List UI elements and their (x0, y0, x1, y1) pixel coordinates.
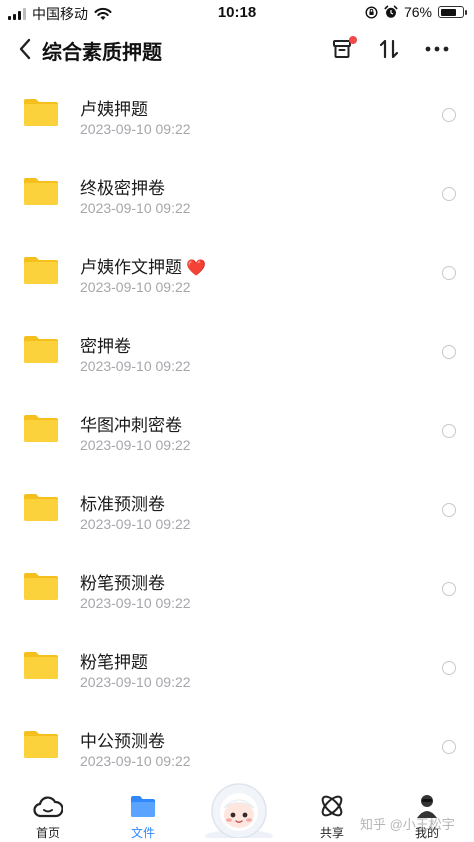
sort-button[interactable] (374, 34, 404, 64)
folder-icon (24, 257, 58, 284)
file-date: 2023-09-10 09:22 (80, 595, 191, 611)
file-name-text: 卢姨押题 (80, 100, 148, 119)
folder-icon (24, 731, 58, 758)
mascot-button[interactable] (200, 778, 278, 842)
tab-bar: 首页 文件 共享 我的 (0, 778, 474, 842)
alarm-icon (384, 5, 398, 18)
tab-files[interactable]: 文件 (113, 792, 173, 841)
file-date: 2023-09-10 09:22 (80, 121, 191, 137)
status-bar: 中国移动 10:18 76% (0, 0, 474, 26)
file-row-5[interactable]: 华图冲刺密卷 2023-09-10 09:22 (0, 388, 474, 467)
select-radio[interactable] (442, 108, 456, 122)
file-name: 粉笔预测卷 (80, 569, 165, 594)
file-row-8[interactable]: 粉笔押题 2023-09-10 09:22 (0, 625, 474, 704)
file-row-4[interactable]: 密押卷 2023-09-10 09:22 (0, 309, 474, 388)
folder-icon (24, 494, 58, 521)
tab-files-label: 文件 (130, 826, 155, 840)
select-radio[interactable] (442, 582, 456, 596)
file-name-text: 粉笔押题 (80, 653, 148, 672)
select-radio[interactable] (442, 661, 456, 675)
file-row-6[interactable]: 标准预测卷 2023-09-10 09:22 (0, 467, 474, 546)
file-name-text: 华图冲刺密卷 (80, 416, 182, 435)
file-row-7[interactable]: 粉笔预测卷 2023-09-10 09:22 (0, 546, 474, 625)
file-name-text: 标准预测卷 (80, 495, 165, 514)
chevron-left-icon (19, 38, 31, 60)
select-radio[interactable] (442, 345, 456, 359)
select-radio[interactable] (442, 740, 456, 754)
file-row-2[interactable]: 终极密押卷 2023-09-10 09:22 (0, 151, 474, 230)
battery-percent: 76% (403, 4, 432, 20)
tab-share-label: 共享 (319, 826, 344, 840)
file-date: 2023-09-10 09:22 (80, 516, 191, 532)
select-radio[interactable] (442, 424, 456, 438)
folder-icon (24, 336, 58, 363)
file-name-text: 终极密押卷 (80, 179, 165, 198)
file-name: 华图冲刺密卷 (80, 411, 182, 436)
tab-home-label: 首页 (35, 826, 60, 840)
file-name-text: 密押卷 (80, 337, 131, 356)
file-date: 2023-09-10 09:22 (80, 753, 191, 769)
file-row-1[interactable]: 卢姨押题 2023-09-10 09:22 (0, 72, 474, 151)
select-radio[interactable] (442, 266, 456, 280)
more-dots-icon (425, 46, 449, 52)
tab-me-label: 我的 (414, 826, 439, 840)
folder-tab-icon (131, 796, 155, 817)
file-list: 卢姨押题 2023-09-10 09:22 终极密押卷 2023-09-10 0… (0, 72, 474, 783)
tab-share[interactable]: 共享 (302, 792, 362, 841)
folder-icon (24, 415, 58, 442)
folder-icon (24, 573, 58, 600)
tab-home[interactable]: 首页 (18, 792, 78, 841)
select-radio[interactable] (442, 187, 456, 201)
archive-button[interactable] (328, 34, 358, 64)
astronaut-mascot-icon (205, 783, 273, 842)
file-name: 粉笔押题 (80, 648, 148, 673)
file-date: 2023-09-10 09:22 (80, 200, 191, 216)
file-name: 密押卷 (80, 332, 131, 357)
folder-icon (24, 178, 58, 205)
select-radio[interactable] (442, 503, 456, 517)
page-title: 综合素质押题 (42, 42, 162, 64)
file-name-text: 中公预测卷 (80, 732, 165, 751)
file-date: 2023-09-10 09:22 (80, 674, 191, 690)
more-button[interactable] (422, 34, 452, 64)
file-date: 2023-09-10 09:22 (80, 279, 191, 295)
file-row-3[interactable]: 卢姨作文押题 ❤️ 2023-09-10 09:22 (0, 230, 474, 309)
atom-share-icon (321, 795, 343, 817)
file-name: 卢姨作文押题 ❤️ (80, 253, 206, 278)
file-date: 2023-09-10 09:22 (80, 358, 191, 374)
orientation-lock-icon (365, 5, 378, 19)
file-name-text: 粉笔预测卷 (80, 574, 165, 593)
heart-emoji-icon: ❤️ (186, 260, 206, 277)
file-name: 标准预测卷 (80, 490, 165, 515)
nav-bar: 综合素质押题 (0, 26, 474, 72)
folder-icon (24, 99, 58, 126)
battery-icon (438, 6, 467, 18)
status-right: 76% (365, 4, 467, 20)
avatar-icon (417, 795, 437, 818)
tab-me[interactable]: 我的 (397, 792, 457, 841)
file-name-text: 卢姨作文押题 (80, 258, 182, 277)
file-name: 中公预测卷 (80, 727, 165, 752)
sort-arrows-icon (379, 39, 399, 59)
cloud-home-icon (33, 796, 63, 818)
back-button[interactable] (12, 36, 38, 62)
file-row-9[interactable]: 中公预测卷 2023-09-10 09:22 (0, 704, 474, 783)
file-name: 终极密押卷 (80, 174, 165, 199)
notification-dot (349, 36, 357, 44)
folder-icon (24, 652, 58, 679)
file-name: 卢姨押题 (80, 95, 148, 120)
battery-fill (440, 8, 457, 16)
file-date: 2023-09-10 09:22 (80, 437, 191, 453)
